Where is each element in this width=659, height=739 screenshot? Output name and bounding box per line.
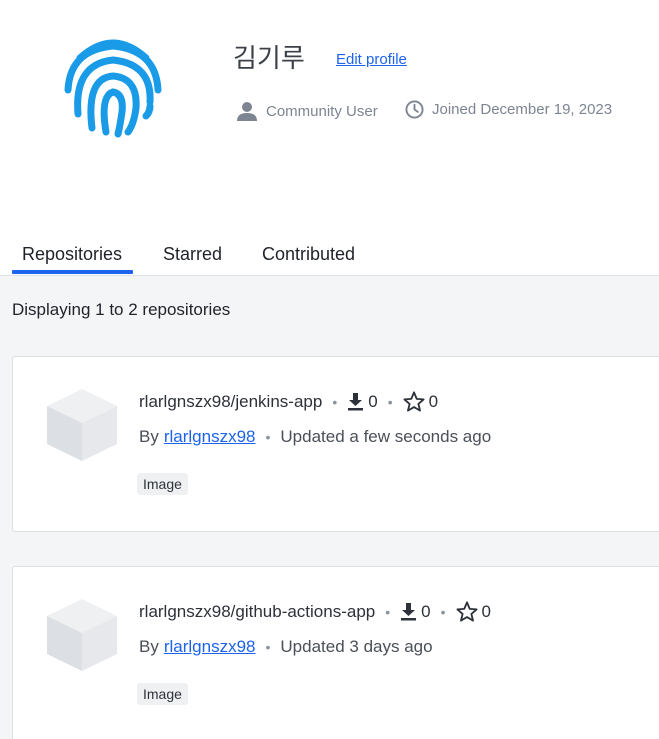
separator-dot: • [265,639,271,655]
download-icon [348,393,364,411]
fingerprint-icon [64,39,162,138]
by-label: By [139,637,159,656]
repository-name[interactable]: rlarlgnszx98/github-actions-app [139,602,375,622]
separator-dot: • [332,393,338,410]
profile-header: 김기루 Edit profile Community User Joined D… [0,0,659,200]
updated-time: Updated a few seconds ago [280,427,492,446]
updated-time: Updated 3 days ago [280,637,433,656]
star-count: 0 [403,391,438,412]
tab-repositories[interactable]: Repositories [22,244,122,265]
star-icon [456,601,478,622]
download-count: 0 [347,392,378,412]
role-label: Community User [266,102,378,120]
download-count: 0 [400,602,431,622]
separator-dot: • [265,429,271,445]
tab-contributed[interactable]: Contributed [262,244,355,265]
image-badge: Image [137,473,188,495]
separator-dot: • [387,393,393,410]
owner-link[interactable]: rlarlgnszx98 [164,427,256,447]
joined-info: Joined December 19, 2023 [405,100,612,119]
by-label: By [139,427,159,446]
cube-icon [47,599,117,671]
repository-count: Displaying 1 to 2 repositories [12,300,231,319]
repository-card[interactable]: rlarlgnszx98/github-actions-app • 0 • 0 … [12,566,659,739]
role-info: Community User [236,100,378,122]
separator-dot: • [440,603,446,620]
repository-card[interactable]: rlarlgnszx98/jenkins-app • 0 • 0 By rlar… [12,356,659,532]
tab-bar: Repositories Starred Contributed [0,230,659,276]
repository-name[interactable]: rlarlgnszx98/jenkins-app [139,392,322,412]
profile-name: 김기루 [233,44,305,74]
star-icon [403,391,425,412]
star-count: 0 [456,601,491,622]
clock-icon [405,100,424,119]
joined-label: Joined December 19, 2023 [432,101,613,118]
active-tab-indicator [12,270,133,274]
tab-starred[interactable]: Starred [163,244,222,265]
image-badge: Image [137,683,188,705]
cube-icon [47,389,117,461]
edit-profile-link[interactable]: Edit profile [336,51,407,68]
owner-link[interactable]: rlarlgnszx98 [164,637,256,657]
separator-dot: • [385,603,391,620]
repository-list-panel: Displaying 1 to 2 repositories rlarlgnsz… [0,276,659,739]
download-icon [401,603,417,621]
user-icon [237,102,257,121]
